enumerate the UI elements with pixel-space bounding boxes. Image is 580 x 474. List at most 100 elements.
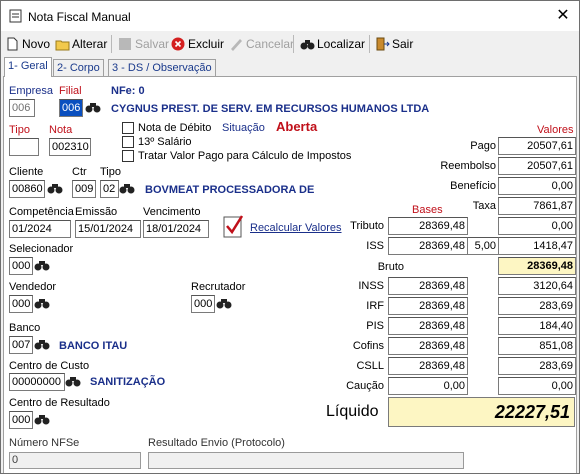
inss-base-field[interactable]: 28369,48 <box>388 277 468 295</box>
title-bar: Nota Fiscal Manual ✕ <box>1 1 579 31</box>
irf-base-field[interactable]: 28369,48 <box>388 297 468 315</box>
cancelar-label: Cancelar <box>246 37 295 51</box>
bruto-label: Bruto <box>377 261 404 273</box>
tab-ds-observacao[interactable]: 3 - DS / Observação <box>108 59 216 77</box>
pis-base-field[interactable]: 28369,48 <box>388 317 468 335</box>
irf-field[interactable]: 283,69 <box>498 297 576 315</box>
cliente-nome: BOVMEAT PROCESSADORA DE <box>145 184 315 196</box>
tratar-valor-checkbox[interactable] <box>122 150 134 162</box>
sair-label: Sair <box>392 37 414 51</box>
vencimento-label: Vencimento <box>143 206 201 218</box>
empresa-field[interactable]: 006 <box>9 99 35 117</box>
situacao-value: Aberta <box>276 119 318 134</box>
pago-label: Pago <box>470 140 496 152</box>
tratar-valor-label: Tratar Valor Pago para Cálculo de Impost… <box>138 150 352 162</box>
inss-field[interactable]: 3120,64 <box>498 277 576 295</box>
salvar-label: Salvar <box>135 37 170 51</box>
tab-geral[interactable]: 1- Geral <box>4 57 52 77</box>
geral-panel: Empresa Filial NFe: 0 006 006 CYGNUS PRE… <box>3 76 577 473</box>
salvar-button[interactable]: Salvar <box>118 36 169 52</box>
toolbar-separator <box>293 35 294 53</box>
recalcular-link[interactable]: Recalcular Valores <box>250 222 342 235</box>
novo-label: Novo <box>22 37 51 51</box>
csll-label: CSLL <box>356 360 384 372</box>
sair-button[interactable]: Sair <box>375 36 413 52</box>
recalcular-icon[interactable] <box>222 213 246 239</box>
centro-resultado-field[interactable]: 000 <box>9 411 33 429</box>
toolbar-separator <box>111 35 112 53</box>
localizar-button[interactable]: Localizar <box>300 36 365 52</box>
resultado-envio-label: Resultado Envio (Protocolo) <box>148 437 285 449</box>
cofins-base-field[interactable]: 28369,48 <box>388 337 468 355</box>
centro-custo-field[interactable]: 00000000 <box>9 373 65 391</box>
caucao-field[interactable]: 0,00 <box>498 377 576 395</box>
taxa-field[interactable]: 7861,87 <box>498 197 576 215</box>
banco-label: Banco <box>9 322 41 334</box>
beneficio-field[interactable]: 0,00 <box>498 177 576 195</box>
selecionador-field[interactable]: 000 <box>9 257 33 275</box>
competencia-label: Competência <box>9 206 74 218</box>
cliente-search-icon[interactable] <box>47 181 63 195</box>
resultado-envio-field <box>148 452 464 469</box>
csll-field[interactable]: 283,69 <box>498 357 576 375</box>
banco-search-icon[interactable] <box>34 337 50 351</box>
tributo-field[interactable]: 0,00 <box>498 217 576 235</box>
decimo-terceiro-checkbox[interactable] <box>122 136 134 148</box>
alterar-button[interactable]: Alterar <box>55 36 107 52</box>
tipo-field[interactable] <box>9 138 39 156</box>
centro-resultado-search-icon[interactable] <box>34 412 50 426</box>
nota-field[interactable]: 002310 <box>49 138 91 156</box>
toolbar-separator <box>369 35 370 53</box>
recrutador-field[interactable]: 000 <box>191 295 215 313</box>
cofins-label: Cofins <box>352 340 384 352</box>
vendedor-search-icon[interactable] <box>34 296 50 310</box>
selecionador-search-icon[interactable] <box>34 258 50 272</box>
cofins-field[interactable]: 851,08 <box>498 337 576 355</box>
vendedor-field[interactable]: 000 <box>9 295 33 313</box>
competencia-field[interactable]: 01/2024 <box>9 220 71 238</box>
tipo2-search-icon[interactable] <box>119 181 135 195</box>
filial-field[interactable]: 006 <box>59 99 83 117</box>
taxa-label: Taxa <box>472 200 496 212</box>
cancelar-button[interactable]: Cancelar <box>229 36 294 52</box>
csll-base-field[interactable]: 28369,48 <box>388 357 468 375</box>
iss-base-field[interactable]: 28369,48 <box>388 237 468 255</box>
novo-button[interactable]: Novo <box>5 36 50 52</box>
reembolso-field[interactable]: 20507,61 <box>498 157 576 175</box>
centro-custo-label: Centro de Custo <box>9 360 90 372</box>
pago-field[interactable]: 20507,61 <box>498 137 576 155</box>
new-document-icon <box>7 37 18 51</box>
tributo-base-field[interactable]: 28369,48 <box>388 217 468 235</box>
filial-search-icon[interactable] <box>85 100 101 114</box>
iss-field[interactable]: 1418,47 <box>498 237 576 255</box>
cliente-field[interactable]: 00860 <box>9 180 45 198</box>
pis-field[interactable]: 184,40 <box>498 317 576 335</box>
vencimento-field[interactable]: 18/01/2024 <box>143 220 209 238</box>
centro-custo-search-icon[interactable] <box>65 374 81 388</box>
iss-aliquota-field[interactable]: 5,00 <box>467 237 499 255</box>
nota-debito-checkbox[interactable] <box>122 122 134 134</box>
folder-icon <box>55 40 70 51</box>
filial-label: Filial <box>59 85 82 97</box>
tipo2-field[interactable]: 02 <box>100 180 119 198</box>
empresa-nome: CYGNUS PREST. DE SERV. EM RECURSOS HUMAN… <box>111 103 430 115</box>
alterar-label: Alterar <box>72 37 108 51</box>
ctr-field[interactable]: 009 <box>72 180 96 198</box>
excluir-button[interactable]: Excluir <box>171 36 224 52</box>
recrutador-search-icon[interactable] <box>216 296 232 310</box>
caucao-label: Caução <box>346 380 384 392</box>
close-icon[interactable]: ✕ <box>553 6 573 26</box>
excluir-label: Excluir <box>188 37 225 51</box>
reembolso-label: Reembolso <box>440 160 496 172</box>
numero-nfse-label: Número NFSe <box>9 437 80 449</box>
tipo-label: Tipo <box>9 124 30 136</box>
tab-corpo[interactable]: 2- Corpo <box>53 59 104 77</box>
ctr-label: Ctr <box>72 166 87 178</box>
emissao-field[interactable]: 15/01/2024 <box>75 220 141 238</box>
nfe-status: NFe: 0 <box>111 85 145 97</box>
empresa-label: Empresa <box>9 85 54 97</box>
delete-icon <box>171 37 185 51</box>
banco-field[interactable]: 007 <box>9 336 33 354</box>
centro-custo-nome: SANITIZAÇÃO <box>90 376 166 388</box>
caucao-base-field[interactable]: 0,00 <box>388 377 468 395</box>
